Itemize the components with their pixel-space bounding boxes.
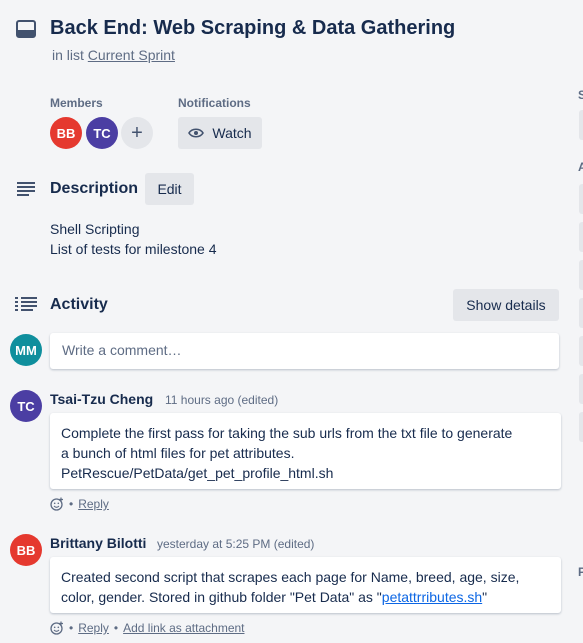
description-icon — [17, 182, 35, 196]
add-link-attachment[interactable]: Add link as attachment — [123, 621, 244, 635]
separator-dot: • — [69, 497, 74, 511]
watch-label: Watch — [212, 125, 252, 141]
comment-time[interactable]: 11 hours ago (edited) — [165, 393, 278, 407]
show-details-button[interactable]: Show details — [453, 289, 559, 321]
comment-line: Complete the first pass for taking the s… — [61, 425, 513, 441]
card-icon — [16, 20, 36, 38]
sidebar-button[interactable] — [579, 412, 583, 442]
watch-button[interactable]: Watch — [178, 117, 262, 149]
comment-input[interactable]: Write a comment… — [50, 333, 559, 369]
sidebar-section-label: S — [578, 88, 583, 102]
comment-line: color, gender. Stored in github folder "… — [61, 587, 550, 607]
comment-line: a bunch of html files for pet attributes… — [61, 445, 295, 461]
sidebar-button[interactable] — [579, 336, 583, 366]
comment-avatar[interactable]: TC — [10, 390, 42, 422]
sidebar-button[interactable] — [579, 260, 583, 290]
comment-author[interactable]: Tsai-Tzu Cheng — [50, 391, 153, 407]
sidebar-button[interactable] — [579, 184, 583, 214]
in-list-text: in list Current Sprint — [52, 47, 175, 63]
comment-actions: • Reply • Add link as attachment — [50, 621, 245, 635]
description-title: Description — [50, 180, 139, 197]
comment-body: Complete the first pass for taking the s… — [50, 413, 561, 489]
card-title[interactable]: Back End: Web Scraping & Data Gathering — [50, 17, 455, 40]
reply-link[interactable]: Reply — [78, 497, 109, 511]
edit-description-button[interactable]: Edit — [145, 173, 194, 205]
sidebar-section-label: A — [578, 160, 583, 174]
comment-line: Created second script that scrapes each … — [61, 569, 520, 585]
activity-title: Activity — [50, 296, 108, 313]
sidebar-button[interactable] — [579, 298, 583, 328]
sidebar-section-label: P — [578, 565, 583, 579]
comment-avatar[interactable]: BB — [10, 534, 42, 566]
add-reaction-icon[interactable] — [50, 621, 64, 635]
comment-actions: • Reply — [50, 497, 109, 511]
add-reaction-icon[interactable] — [50, 497, 64, 511]
comment-line: PetRescue/PetData/get_pet_profile_html.s… — [61, 465, 334, 481]
in-list-prefix: in list — [52, 47, 84, 63]
separator-dot: • — [69, 621, 74, 635]
description-line: Shell Scripting — [50, 221, 140, 237]
sidebar-button[interactable] — [579, 110, 583, 140]
current-user-avatar[interactable]: MM — [10, 334, 42, 366]
comment-body: Created second script that scrapes each … — [50, 557, 561, 613]
comment-text: " — [482, 589, 488, 605]
description-line: List of tests for milestone 4 — [50, 241, 217, 257]
list-link[interactable]: Current Sprint — [88, 47, 175, 63]
description-text[interactable]: Shell Scripting List of tests for milest… — [50, 219, 217, 259]
sidebar-button[interactable] — [579, 374, 583, 404]
comment-author[interactable]: Brittany Bilotti — [50, 535, 146, 551]
plus-icon: + — [131, 121, 143, 144]
avatar[interactable]: TC — [86, 117, 118, 149]
sidebar-button[interactable] — [579, 222, 583, 252]
file-link[interactable]: petattrributes.sh — [382, 589, 482, 605]
reply-link[interactable]: Reply — [78, 621, 109, 635]
notifications-label: Notifications — [178, 96, 251, 110]
comment-text: color, gender. Stored in github folder "… — [61, 589, 382, 605]
add-member-button[interactable]: + — [121, 117, 153, 149]
activity-icon — [15, 297, 37, 311]
eye-icon — [188, 128, 205, 138]
separator-dot: • — [113, 621, 119, 635]
avatar[interactable]: BB — [50, 117, 82, 149]
members-label: Members — [50, 96, 103, 110]
comment-time[interactable]: yesterday at 5:25 PM (edited) — [157, 537, 314, 551]
